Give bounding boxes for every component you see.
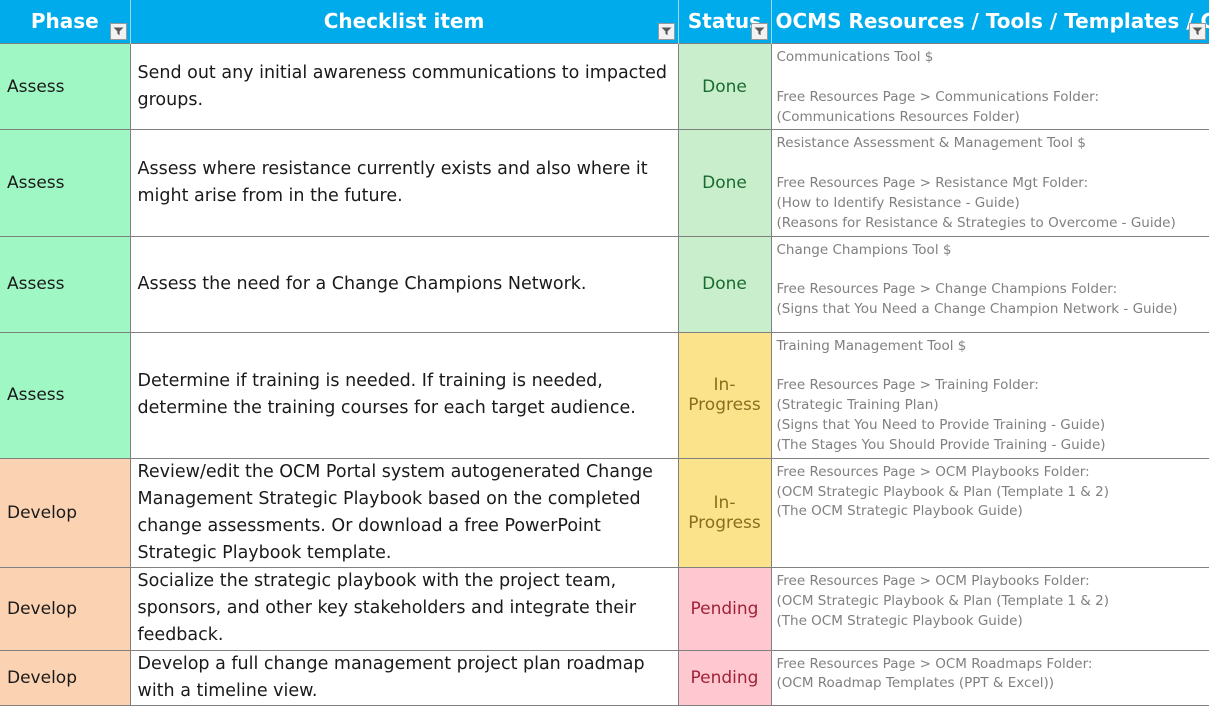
header-row: Phase Checklist item Status [0,0,1209,44]
table-body: Assess Send out any initial awareness co… [0,44,1209,706]
column-header-ocms-resources: OCMS Resources / Tools / Templates / Gui… [771,0,1209,44]
cell-phase: Assess [0,236,130,332]
cell-phase: Develop [0,458,130,568]
filter-icon-phase[interactable] [110,23,127,40]
filter-icon-ocms-resources[interactable] [1189,23,1206,40]
table-header: Phase Checklist item Status [0,0,1209,44]
cell-status: Pending [678,650,771,705]
cell-checklist-item: Assess where resistance currently exists… [130,130,678,236]
table-row: Develop Review/edit the OCM Portal syste… [0,458,1209,568]
table-row: Assess Send out any initial awareness co… [0,44,1209,130]
cell-phase: Assess [0,332,130,458]
column-header-status: Status [678,0,771,44]
column-header-phase: Phase [0,0,130,44]
cell-status: In-Progress [678,458,771,568]
checklist-table: Phase Checklist item Status [0,0,1209,706]
cell-status: Done [678,236,771,332]
cell-phase: Develop [0,650,130,705]
table-row: Assess Determine if training is needed. … [0,332,1209,458]
column-header-checklist-item-label: Checklist item [131,0,678,43]
cell-resources: Change Champions Tool $ Free Resources P… [771,236,1209,332]
table-row: Assess Assess the need for a Change Cham… [0,236,1209,332]
cell-checklist-item: Send out any initial awareness communica… [130,44,678,130]
cell-status: Done [678,130,771,236]
cell-phase: Assess [0,44,130,130]
column-header-ocms-resources-label: OCMS Resources / Tools / Templates / Gui… [772,0,1209,43]
cell-resources: Resistance Assessment & Management Tool … [771,130,1209,236]
cell-resources: Free Resources Page > OCM Roadmaps Folde… [771,650,1209,705]
cell-checklist-item: Develop a full change management project… [130,650,678,705]
cell-checklist-item: Assess the need for a Change Champions N… [130,236,678,332]
cell-resources: Communications Tool $ Free Resources Pag… [771,44,1209,130]
filter-icon-checklist-item[interactable] [658,23,675,40]
cell-status: Done [678,44,771,130]
cell-resources: Free Resources Page > OCM Playbooks Fold… [771,568,1209,650]
cell-phase: Assess [0,130,130,236]
cell-phase: Develop [0,568,130,650]
cell-checklist-item: Socialize the strategic playbook with th… [130,568,678,650]
column-header-checklist-item: Checklist item [130,0,678,44]
filter-icon-status[interactable] [751,23,768,40]
cell-resources: Free Resources Page > OCM Playbooks Fold… [771,458,1209,568]
cell-status: In-Progress [678,332,771,458]
table-row: Develop Develop a full change management… [0,650,1209,705]
table-row: Assess Assess where resistance currently… [0,130,1209,236]
cell-checklist-item: Review/edit the OCM Portal system autoge… [130,458,678,568]
cell-status: Pending [678,568,771,650]
cell-resources: Training Management Tool $ Free Resource… [771,332,1209,458]
table-row: Develop Socialize the strategic playbook… [0,568,1209,650]
cell-checklist-item: Determine if training is needed. If trai… [130,332,678,458]
